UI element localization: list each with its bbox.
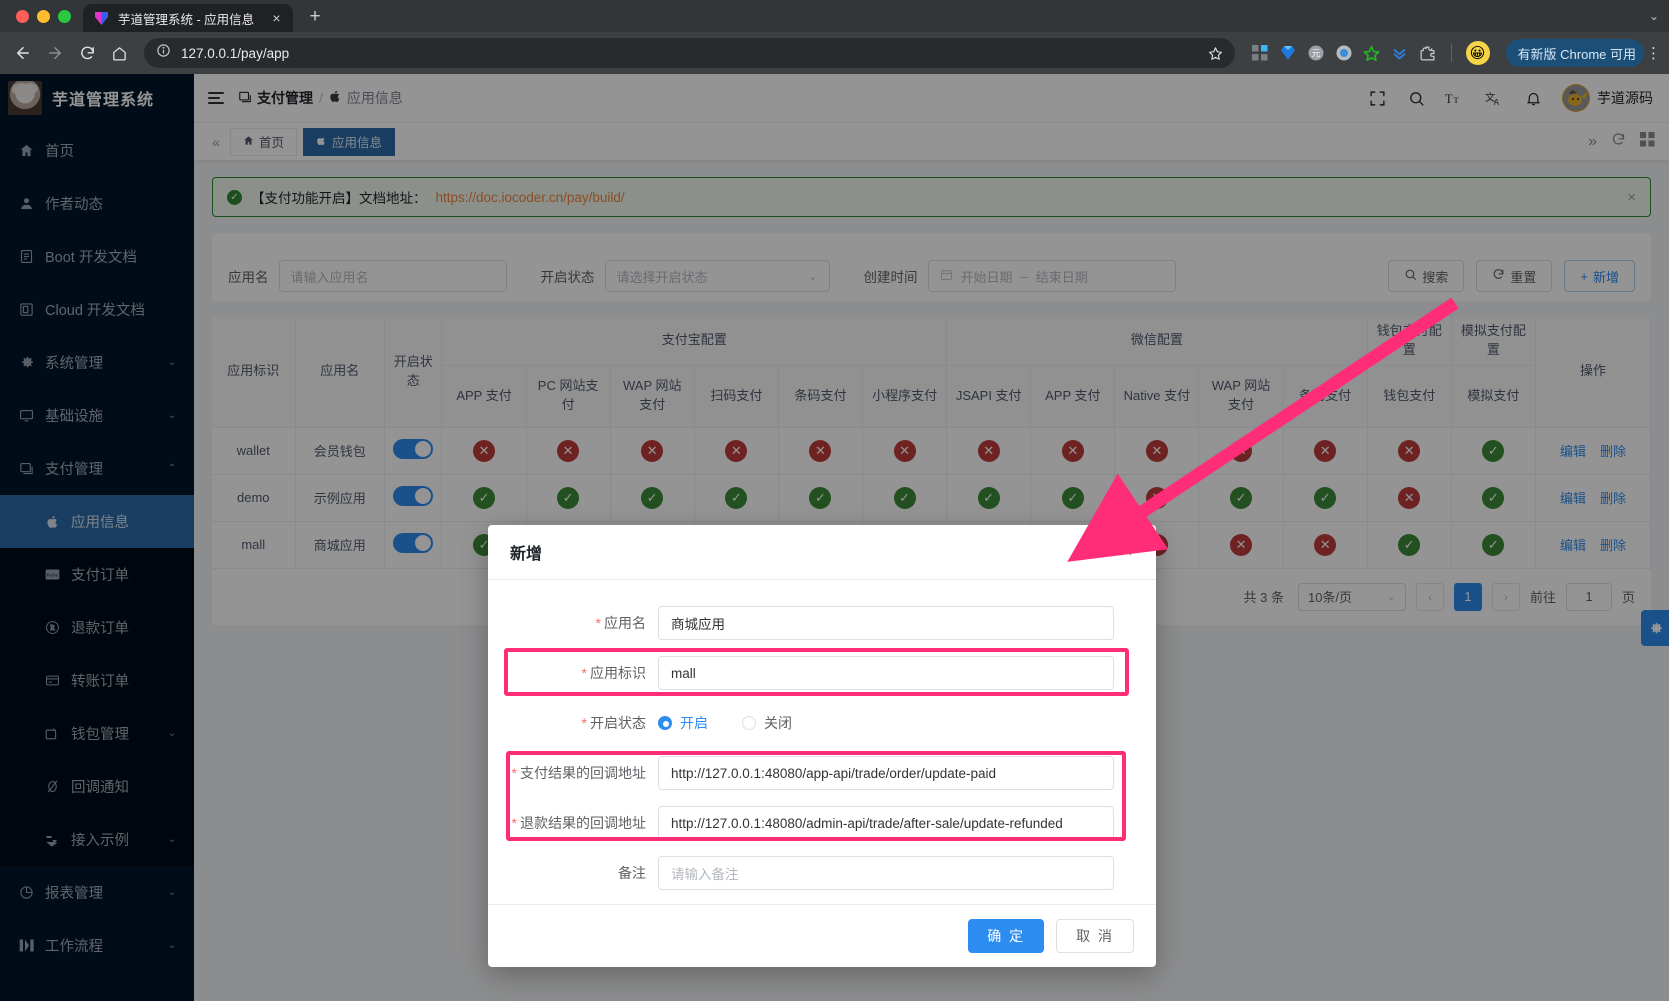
expand-icon[interactable] [1084, 542, 1100, 563]
app-key-field[interactable]: mall [658, 656, 1114, 690]
field-control-remark: 请输入备注 [658, 856, 1146, 890]
url-text: 127.0.0.1/pay/app [181, 46, 1193, 61]
back-icon[interactable] [8, 38, 38, 68]
browser-toolbar: 127.0.0.1/pay/app 元 [0, 32, 1669, 74]
required-asterisk: * [582, 665, 587, 681]
field-control-status: 开启 关闭 [658, 706, 1146, 740]
chevrons-down-extension-icon[interactable] [1391, 44, 1409, 62]
tab-search-chevron-icon[interactable]: ⌄ [1649, 9, 1659, 23]
field-label-refund-callback: *退款结果的回调地址 [488, 813, 658, 833]
close-tab-button[interactable]: × [268, 10, 285, 27]
tabstrip-right: ⌄ [1649, 0, 1669, 32]
browser-window: 芋道管理系统 - 应用信息 × + ⌄ 127.0.0.1/pay/app [0, 0, 1669, 1001]
app-name-field[interactable]: 商城应用 [658, 606, 1114, 640]
field-control-app-name: 商城应用 [658, 606, 1146, 640]
form-row-refund-callback: *退款结果的回调地址 http://127.0.0.1:48080/admin-… [488, 798, 1156, 848]
forward-icon[interactable] [40, 38, 70, 68]
dialog-body: *应用名 商城应用 *应用标识 mall *开启状态 开启 [488, 579, 1156, 904]
new-tab-button[interactable]: + [301, 3, 329, 31]
minimize-window-button[interactable] [37, 10, 50, 23]
field-label-remark: 备注 [488, 863, 658, 883]
field-control-refund-callback: http://127.0.0.1:48080/admin-api/trade/a… [658, 806, 1146, 840]
field-control-pay-callback: http://127.0.0.1:48080/app-api/trade/ord… [658, 756, 1146, 790]
form-row-app-key: *应用标识 mall [488, 648, 1156, 698]
circle-extension-icon[interactable] [1335, 44, 1353, 62]
radio-label: 开启 [680, 713, 708, 733]
profile-avatar[interactable]: 😀 [1466, 41, 1490, 65]
grid-extension-icon[interactable] [1251, 44, 1269, 62]
placeholder-text: 请输入备注 [671, 863, 739, 883]
diamond-extension-icon[interactable] [1279, 44, 1297, 62]
radio-dot-icon [658, 716, 672, 730]
star-extension-icon[interactable] [1363, 44, 1381, 62]
chrome-update-label: 有新版 Chrome 可用 [1518, 44, 1636, 63]
dialog-footer: 确 定 取 消 [488, 904, 1156, 967]
browser-tab[interactable]: 芋道管理系统 - 应用信息 × [83, 4, 293, 32]
radio-dot-icon [742, 716, 756, 730]
home-icon[interactable] [104, 38, 134, 68]
field-label-status: *开启状态 [488, 713, 658, 733]
close-window-button[interactable] [16, 10, 29, 23]
cancel-button[interactable]: 取 消 [1056, 919, 1134, 953]
confirm-button[interactable]: 确 定 [968, 919, 1044, 953]
svg-text:元: 元 [1311, 50, 1320, 60]
close-icon[interactable] [1118, 542, 1134, 563]
form-row-status: *开启状态 开启 关闭 [488, 698, 1156, 748]
yuan-extension-icon[interactable]: 元 [1307, 44, 1325, 62]
form-row-app-name: *应用名 商城应用 [488, 598, 1156, 648]
maximize-window-button[interactable] [58, 10, 71, 23]
dialog-header: 新增 [488, 525, 1156, 579]
radio-enabled[interactable]: 开启 [658, 713, 708, 733]
radio-label: 关闭 [764, 713, 792, 733]
toolbar-divider [1451, 44, 1452, 62]
bookmark-star-icon[interactable] [1203, 40, 1229, 66]
tab-strip: 芋道管理系统 - 应用信息 × + ⌄ [0, 0, 1669, 32]
dialog-title: 新增 [510, 540, 542, 564]
form-row-pay-callback: *支付结果的回调地址 http://127.0.0.1:48080/app-ap… [488, 748, 1156, 798]
v-logo-icon [93, 10, 110, 27]
field-label-pay-callback: *支付结果的回调地址 [488, 763, 658, 783]
field-control-app-key: mall [658, 656, 1146, 690]
field-label-app-key: *应用标识 [488, 663, 658, 683]
window-controls [10, 0, 83, 32]
required-asterisk: * [582, 715, 587, 731]
browser-menu-icon[interactable]: ⋮ [1646, 46, 1661, 61]
remark-field[interactable]: 请输入备注 [658, 856, 1114, 890]
required-asterisk: * [512, 815, 517, 831]
status-radio-group: 开启 关闭 [658, 706, 1114, 740]
radio-disabled[interactable]: 关闭 [742, 713, 792, 733]
form-row-remark: 备注 请输入备注 [488, 848, 1156, 898]
refund-callback-url-field[interactable]: http://127.0.0.1:48080/admin-api/trade/a… [658, 806, 1114, 840]
required-asterisk: * [512, 765, 517, 781]
field-label-app-name: *应用名 [488, 613, 658, 633]
address-bar[interactable]: 127.0.0.1/pay/app [144, 38, 1235, 68]
chrome-update-button[interactable]: 有新版 Chrome 可用 [1506, 39, 1644, 67]
puzzle-extension-icon[interactable] [1419, 44, 1437, 62]
pay-callback-url-field[interactable]: http://127.0.0.1:48080/app-api/trade/ord… [658, 756, 1114, 790]
required-asterisk: * [596, 615, 601, 631]
tab-title: 芋道管理系统 - 应用信息 [118, 9, 260, 28]
add-app-dialog: 新增 *应用名 商城应用 *应用标识 mall [488, 525, 1156, 967]
site-info-icon[interactable] [156, 43, 171, 63]
extensions-area: 元 😀 [1245, 41, 1496, 65]
dialog-actions [1084, 542, 1134, 563]
reload-icon[interactable] [72, 38, 102, 68]
